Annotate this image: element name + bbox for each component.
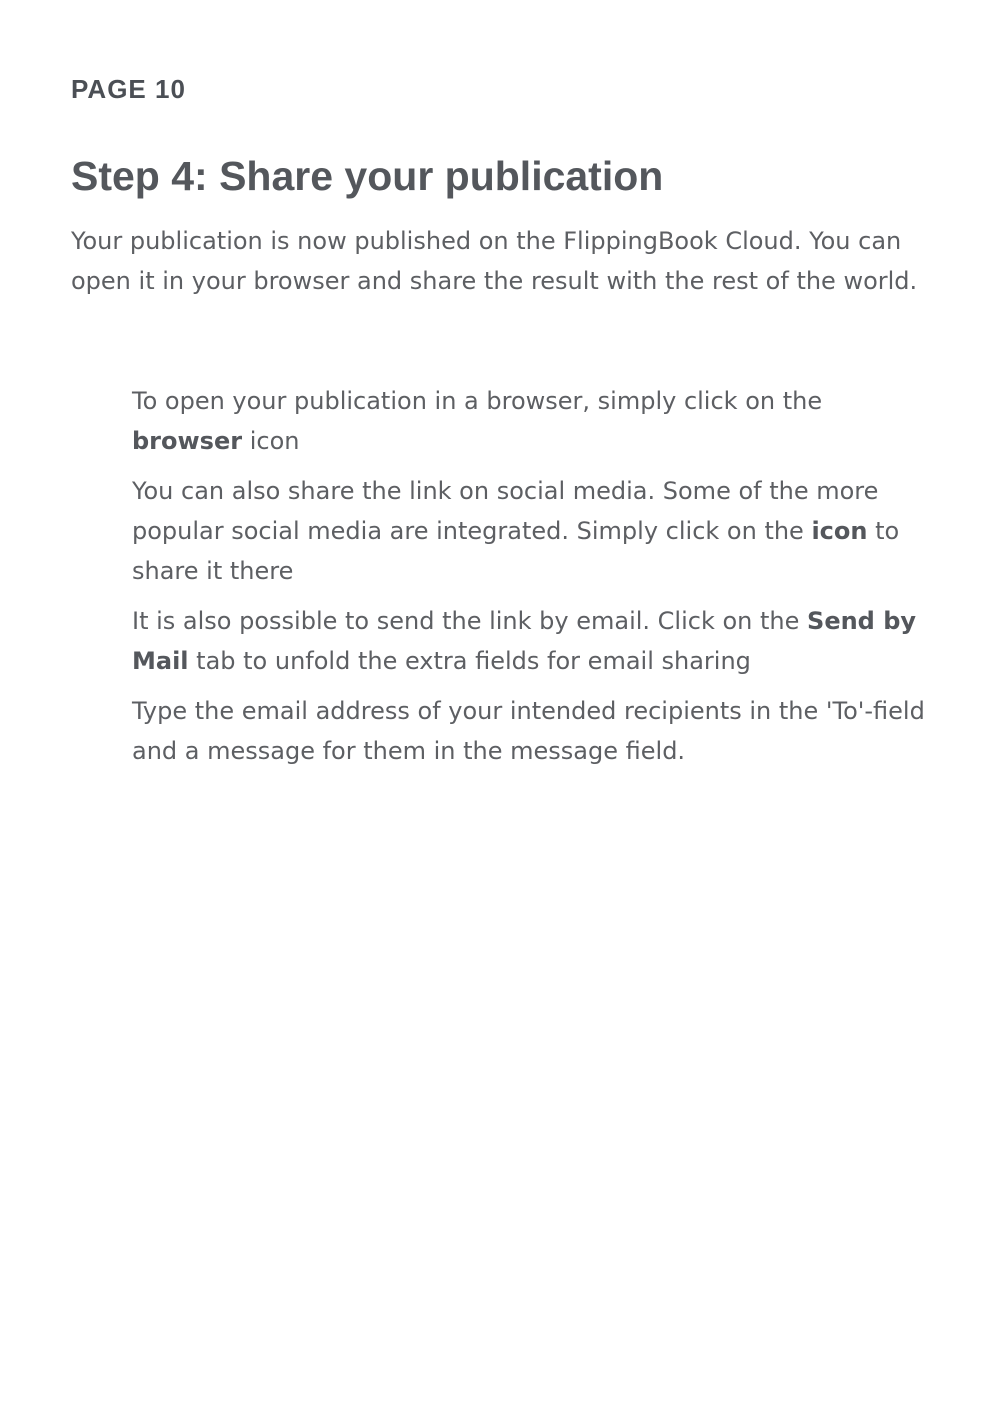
- step-text: icon: [242, 427, 300, 455]
- step-bold-text: browser: [132, 427, 243, 455]
- step-item: Type the email address of your intended …: [132, 691, 932, 771]
- step-bold-text: icon: [811, 517, 868, 545]
- page-label: PAGE 10: [71, 74, 186, 104]
- step-text: tab to unfold the extra fields for email…: [188, 647, 751, 675]
- step-item: To open your publication in a browser, s…: [132, 381, 932, 461]
- step-text: It is also possible to send the link by …: [132, 607, 808, 635]
- steps-list: To open your publication in a browser, s…: [132, 381, 932, 781]
- step-text: You can also share the link on social me…: [132, 477, 879, 545]
- step-text: Type the email address of your intended …: [132, 697, 925, 765]
- step-text: To open your publication in a browser, s…: [132, 387, 823, 415]
- intro-paragraph: Your publication is now published on the…: [71, 227, 918, 295]
- step-item: You can also share the link on social me…: [132, 471, 932, 591]
- step-item: It is also possible to send the link by …: [132, 601, 932, 681]
- section-title: Step 4: Share your publication: [71, 153, 664, 199]
